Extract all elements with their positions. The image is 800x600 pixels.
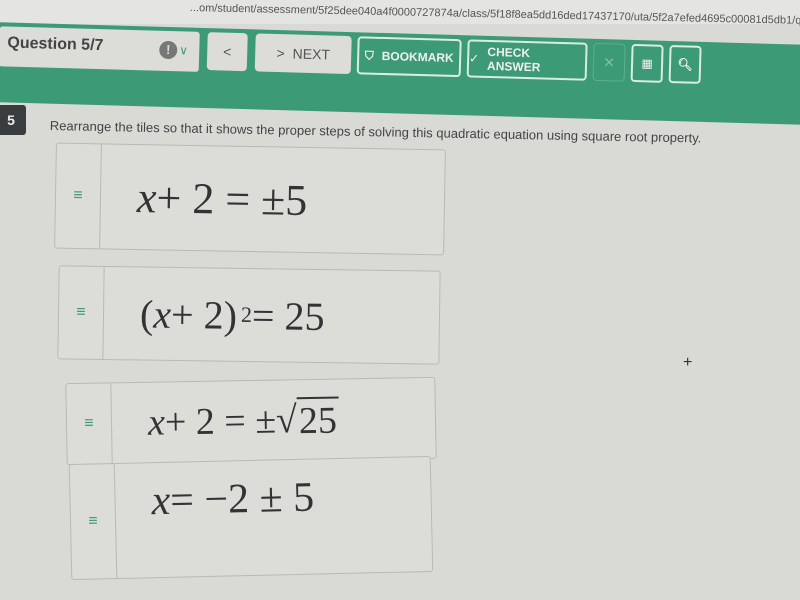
next-label: NEXT [292,45,331,63]
variable: x [153,291,172,337]
url-text: ...om/student/assessment/5f25dee040a4f00… [189,2,800,28]
equation-tile[interactable]: ≡ ( x + 2) 2 = 25 [57,265,441,365]
exclamation-icon: ! [159,40,178,60]
question-prompt: Rearrange the tiles so that it shows the… [49,118,702,146]
equation-text: x = −2 ± 5 [115,457,433,578]
address-bar[interactable]: ...om/student/assessment/5f25dee040a4f00… [0,0,800,28]
drag-handle-icon[interactable]: ≡ [66,383,113,465]
drag-handle-icon[interactable]: ≡ [55,143,102,249]
clear-button[interactable]: ✕ [592,42,626,82]
equation-rest: + 2 = ±5 [156,172,308,225]
equation-rest: + 2) [170,291,238,338]
exponent: 2 [240,301,253,328]
question-indicator: Question 5/7 ! ∨ [0,26,200,72]
calculator-button[interactable]: ▦ [630,43,664,83]
bookmark-button[interactable]: ⛉ BOOKMARK [356,36,462,78]
question-label: Question 5/7 [7,34,104,55]
flag-dropdown-button[interactable]: ! ∨ [159,40,189,60]
checkmark-icon: ✓ [468,51,480,66]
equation-rhs: = 25 [251,292,325,339]
mouse-cursor-icon: + [683,354,693,371]
bookmark-label: BOOKMARK [381,48,454,65]
open-paren: ( [139,290,154,337]
magnifier-button[interactable]: 🔍︎ [668,44,702,84]
chevron-down-icon: ∨ [179,43,189,58]
calculator-icon: ▦ [641,56,653,71]
variable: x [147,401,166,444]
equation-rest: + 2 = ±√ [164,399,298,444]
check-answer-label: CHECK ANSWER [486,44,541,75]
check-answer-button[interactable]: ✓ CHECK ANSWER [466,39,588,81]
equation-tile[interactable]: ≡ x + 2 = ±5 [54,142,446,256]
radicand: 25 [296,396,340,444]
equation-tile[interactable]: ≡ x = −2 ± 5 [68,455,434,581]
chevron-left-icon: < [222,43,232,60]
chevron-right-icon: > [276,45,285,62]
equation-text: x + 2 = ±5 [100,144,445,254]
drag-handle-icon[interactable]: ≡ [58,266,105,359]
equation-text: ( x + 2) 2 = 25 [103,267,439,364]
bookmark-icon: ⛉ [364,47,374,63]
equation-tile[interactable]: ≡ x + 2 = ±√ 25 [65,376,437,466]
previous-button[interactable]: < [206,32,248,72]
question-number-badge: 5 [0,105,26,135]
next-button[interactable]: > NEXT [254,33,352,75]
variable: x [136,172,157,222]
equation-rest: = −2 ± 5 [169,474,315,524]
close-icon: ✕ [603,53,616,70]
search-icon: 🔍︎ [677,57,693,72]
drag-handle-icon[interactable]: ≡ [69,464,118,580]
variable: x [151,477,171,525]
equation-text: x + 2 = ±√ 25 [111,378,435,464]
assessment-toolbar: Question 5/7 ! ∨ < > NEXT ⛉ BOOKMARK ✓ C… [0,22,800,126]
